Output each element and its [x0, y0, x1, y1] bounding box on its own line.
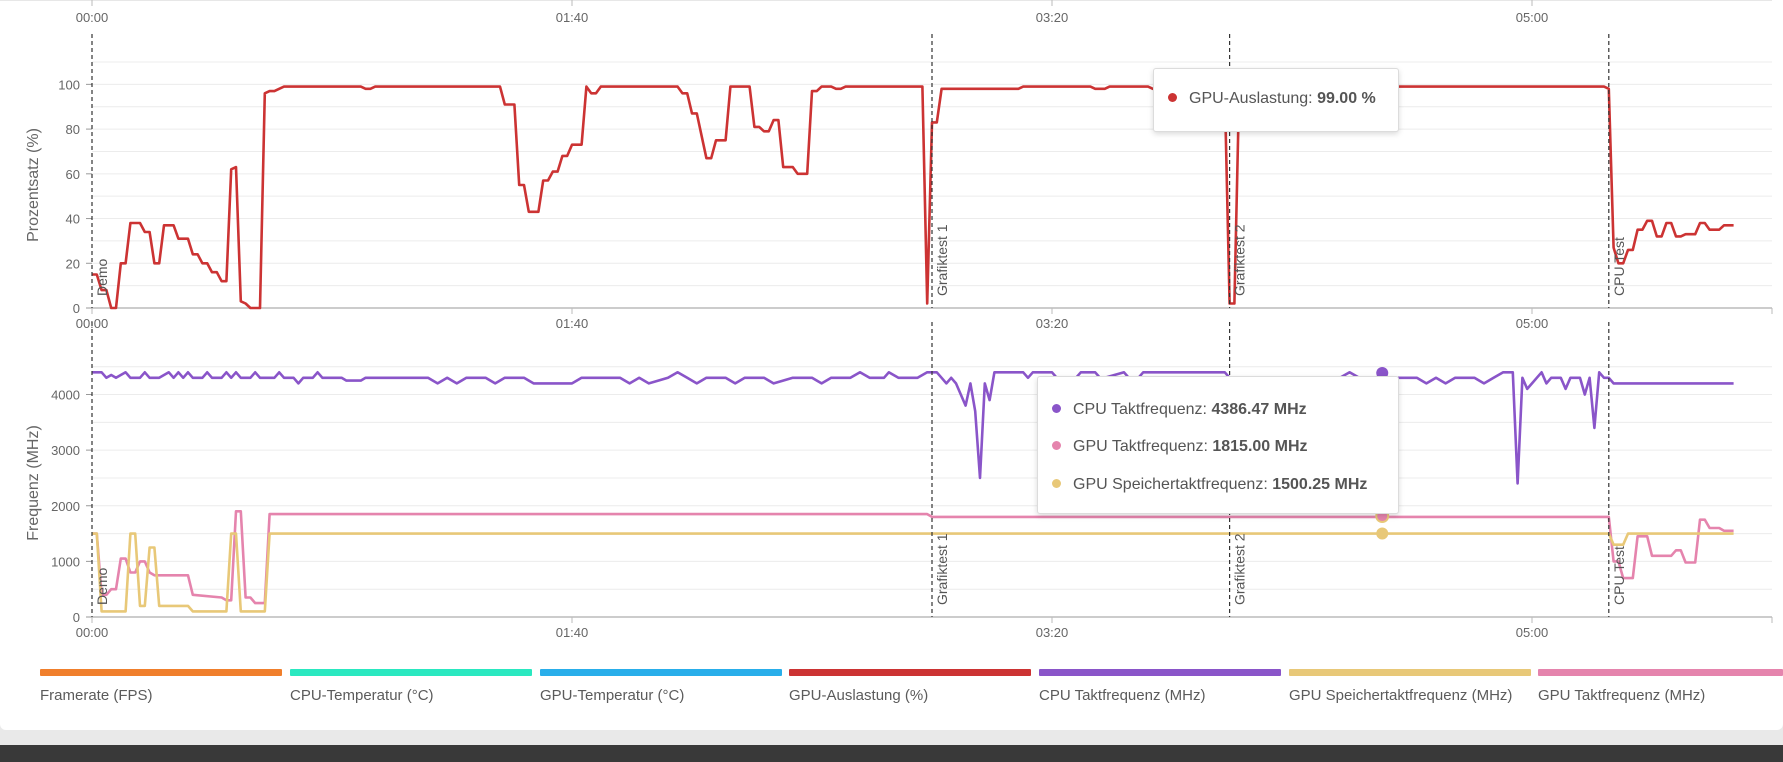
- legend-label-cpu-clock: CPU Taktfrequenz (MHz): [1039, 687, 1206, 704]
- utilization-x-tick-label: 01:40: [556, 316, 589, 331]
- top-axis-tick-label: 05:00: [1516, 10, 1549, 25]
- top-axis-tick-label: 03:20: [1036, 10, 1069, 25]
- frequency-marker-label: Grafiktest 2: [1232, 533, 1248, 605]
- legend-item-gpu-mem-clock[interactable]: GPU Speichertaktfrequenz (MHz): [1289, 669, 1531, 704]
- frequency-x-tick-label: 01:40: [556, 625, 589, 640]
- legend-label-gpu-clock: GPU Taktfrequenz (MHz): [1538, 687, 1706, 704]
- tooltip-frequencies: CPU Taktfrequenz: 4386.47 MHz GPU Taktfr…: [1037, 376, 1399, 514]
- legend-swatch-cpu-temp: [290, 669, 532, 676]
- utilization-y-tick-label: 80: [66, 122, 80, 137]
- tooltip-gpu-mem-clock-value: 1500.25 MHz: [1272, 476, 1368, 493]
- tooltip-cpu-clock-dot: [1052, 404, 1061, 413]
- utilization-marker-label: Grafiktest 1: [934, 224, 950, 296]
- tooltip-gpu-clock-dot: [1052, 441, 1061, 450]
- tooltip-gpu-mem-clock-label: GPU Speichertaktfrequenz:: [1073, 476, 1268, 493]
- utilization-marker-label: Grafiktest 2: [1232, 224, 1248, 296]
- utilization-y-tick-label: 20: [66, 256, 80, 271]
- legend-swatch-gpu-clock: [1538, 669, 1783, 676]
- utilization-marker-label: Demo: [94, 258, 110, 296]
- utilization-y-tick-label: 60: [66, 167, 80, 182]
- utilization-x-tick-label: 03:20: [1036, 316, 1069, 331]
- charts-svg: 00:00 01:40 03:20 05:00 0 20 40 60 80 100 Prozents…: [0, 0, 1773, 640]
- utilization-series-gpu_util: [92, 85, 1734, 310]
- page-background-strip: [0, 745, 1783, 762]
- utilization-marker-label: CPU Test: [1611, 237, 1627, 296]
- legend-label-gpu-temp: GPU-Temperatur (°C): [540, 687, 685, 704]
- frequency-x-tick-label: 03:20: [1036, 625, 1069, 640]
- tooltip-gpu-clock-value: 1815.00 MHz: [1212, 438, 1308, 455]
- legend-swatch-gpu-temp: [540, 669, 782, 676]
- legend-item-cpu-clock[interactable]: CPU Taktfrequenz (MHz): [1039, 669, 1281, 704]
- utilization-y-tick-label: 40: [66, 212, 80, 227]
- legend-item-fps[interactable]: Framerate (FPS): [40, 669, 282, 704]
- legend-item-gpu-clock[interactable]: GPU Taktfrequenz (MHz): [1538, 669, 1783, 704]
- tooltip-gpu-util-label: GPU-Auslastung:: [1189, 90, 1313, 107]
- tooltip-gpu-utilization: GPU-Auslastung: 99.00 %: [1153, 68, 1399, 132]
- frequency-y-tick-label: 0: [73, 610, 80, 625]
- tooltip-cpu-clock-value: 4386.47 MHz: [1211, 401, 1307, 418]
- frequency-y-tick-label: 1000: [51, 554, 80, 569]
- top-axis-tick-label: 00:00: [76, 10, 109, 25]
- top-axis-tick-label: 01:40: [556, 10, 589, 25]
- frequency-y-tick-label: 4000: [51, 388, 80, 403]
- tooltip-gpu-clock-label: GPU Taktfrequenz:: [1073, 438, 1208, 455]
- frequency-series-cpu_clock: [92, 370, 1734, 485]
- utilization-y-tick-label: 0: [73, 301, 80, 316]
- frequency-x-tick-label: 05:00: [1516, 625, 1549, 640]
- legend-item-gpu-util[interactable]: GPU-Auslastung (%): [789, 669, 1031, 704]
- frequency-y-tick-label: 3000: [51, 443, 80, 458]
- legend-swatch-fps: [40, 669, 282, 676]
- legend-item-cpu-temp[interactable]: CPU-Temperatur (°C): [290, 669, 532, 704]
- chart-panel: 00:00 01:40 03:20 05:00 0 20 40 60 80 100 Prozents…: [0, 0, 1783, 730]
- frequency-series-gpu_mem_clock: [92, 532, 1734, 613]
- legend-label-gpu-mem-clock: GPU Speichertaktfrequenz (MHz): [1289, 687, 1513, 704]
- legend-item-gpu-temp[interactable]: GPU-Temperatur (°C): [540, 669, 782, 704]
- legend-swatch-gpu-util: [789, 669, 1031, 676]
- tooltip-gpu-util-dot: [1168, 93, 1177, 102]
- utilization-x-tick-label: 05:00: [1516, 316, 1549, 331]
- tooltip-cpu-clock-label: CPU Taktfrequenz:: [1073, 401, 1207, 418]
- frequency-marker-label: Grafiktest 1: [934, 533, 950, 605]
- frequency-y-axis-label: Frequenz (MHz): [25, 425, 42, 541]
- hover-point-gpu-mem-clock: [1376, 527, 1389, 540]
- tooltip-gpu-mem-clock-dot: [1052, 479, 1061, 488]
- legend-label-cpu-temp: CPU-Temperatur (°C): [290, 687, 434, 704]
- tooltip-gpu-util-value: 99.00 %: [1317, 90, 1376, 107]
- frequency-marker-label: Demo: [94, 567, 110, 605]
- utilization-y-axis-label: Prozentsatz (%): [25, 128, 42, 242]
- frequency-x-tick-label: 00:00: [76, 625, 109, 640]
- frequency-y-tick-label: 2000: [51, 499, 80, 514]
- legend-swatch-gpu-mem-clock: [1289, 669, 1531, 676]
- utilization-y-tick-label: 100: [58, 77, 80, 92]
- legend-label-gpu-util: GPU-Auslastung (%): [789, 687, 929, 704]
- legend-swatch-cpu-clock: [1039, 669, 1281, 676]
- frequency-marker-label: CPU Test: [1611, 546, 1627, 605]
- legend-label-fps: Framerate (FPS): [40, 687, 153, 704]
